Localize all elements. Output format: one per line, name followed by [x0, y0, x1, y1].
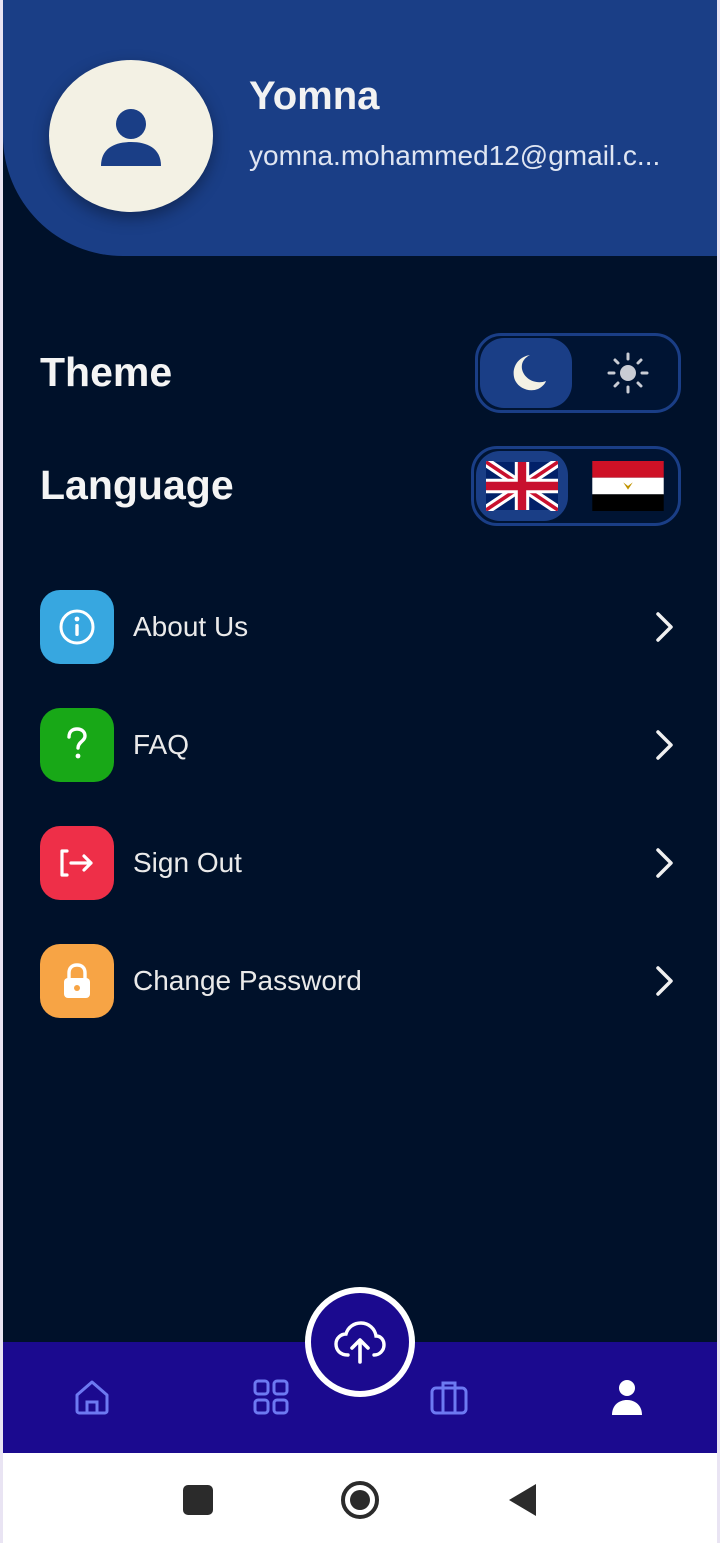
lock-icon-tile — [40, 944, 114, 1018]
menu-label-sign-out: Sign Out — [133, 847, 242, 878]
upload-button[interactable] — [305, 1287, 415, 1397]
theme-dark-option[interactable] — [480, 338, 572, 408]
sign-out-icon-tile — [40, 826, 114, 900]
menu-label-faq: FAQ — [133, 729, 190, 760]
faq-icon-tile — [40, 708, 114, 782]
language-english-option[interactable] — [476, 451, 568, 521]
home-icon[interactable] — [69, 1374, 115, 1420]
about-icon-tile — [40, 590, 114, 664]
theme-label: Theme — [40, 349, 173, 395]
language-arabic-option[interactable] — [582, 451, 674, 521]
chevron-right-icon — [650, 725, 680, 765]
theme-light-option[interactable] — [582, 338, 674, 408]
recents-icon[interactable] — [178, 1480, 218, 1520]
sun-icon — [607, 352, 649, 394]
cloud-upload-icon — [334, 1321, 386, 1364]
language-toggle[interactable] — [471, 446, 681, 526]
menu-label-change-password: Change Password — [133, 965, 362, 996]
home-button-icon[interactable] — [340, 1480, 380, 1520]
chevron-right-icon — [650, 961, 680, 1001]
profile-screen: Yomna yomna.mohammed12@gmail.c... Theme — [3, 0, 717, 1453]
avatar[interactable] — [49, 60, 213, 212]
menu-item-faq[interactable]: FAQ — [40, 707, 680, 783]
chevron-right-icon — [650, 607, 680, 647]
egypt-flag-icon — [592, 461, 664, 511]
user-name: Yomna — [249, 74, 380, 118]
briefcase-icon[interactable] — [426, 1374, 472, 1420]
profile-header: Yomna yomna.mohammed12@gmail.c... — [3, 0, 717, 256]
menu-item-sign-out[interactable]: Sign Out — [40, 825, 680, 901]
theme-toggle[interactable] — [475, 333, 681, 413]
menu-label-about-us: About Us — [133, 611, 249, 642]
uk-flag-icon — [486, 461, 558, 511]
back-icon[interactable] — [502, 1480, 542, 1520]
chevron-right-icon — [650, 843, 680, 883]
grid-icon[interactable] — [248, 1374, 294, 1420]
info-icon — [59, 609, 95, 645]
language-label: Language — [40, 462, 234, 508]
moon-icon — [513, 355, 546, 391]
menu-item-change-password[interactable]: Change Password — [40, 943, 680, 1019]
system-nav-bar — [3, 1453, 717, 1543]
user-icon — [101, 109, 161, 166]
lock-icon — [64, 963, 90, 998]
profile-icon[interactable] — [604, 1374, 650, 1420]
sign-out-icon — [60, 849, 93, 877]
menu-item-about-us[interactable]: About Us — [40, 589, 680, 665]
user-email: yomna.mohammed12@gmail.c... — [249, 140, 661, 171]
question-icon — [67, 727, 87, 759]
